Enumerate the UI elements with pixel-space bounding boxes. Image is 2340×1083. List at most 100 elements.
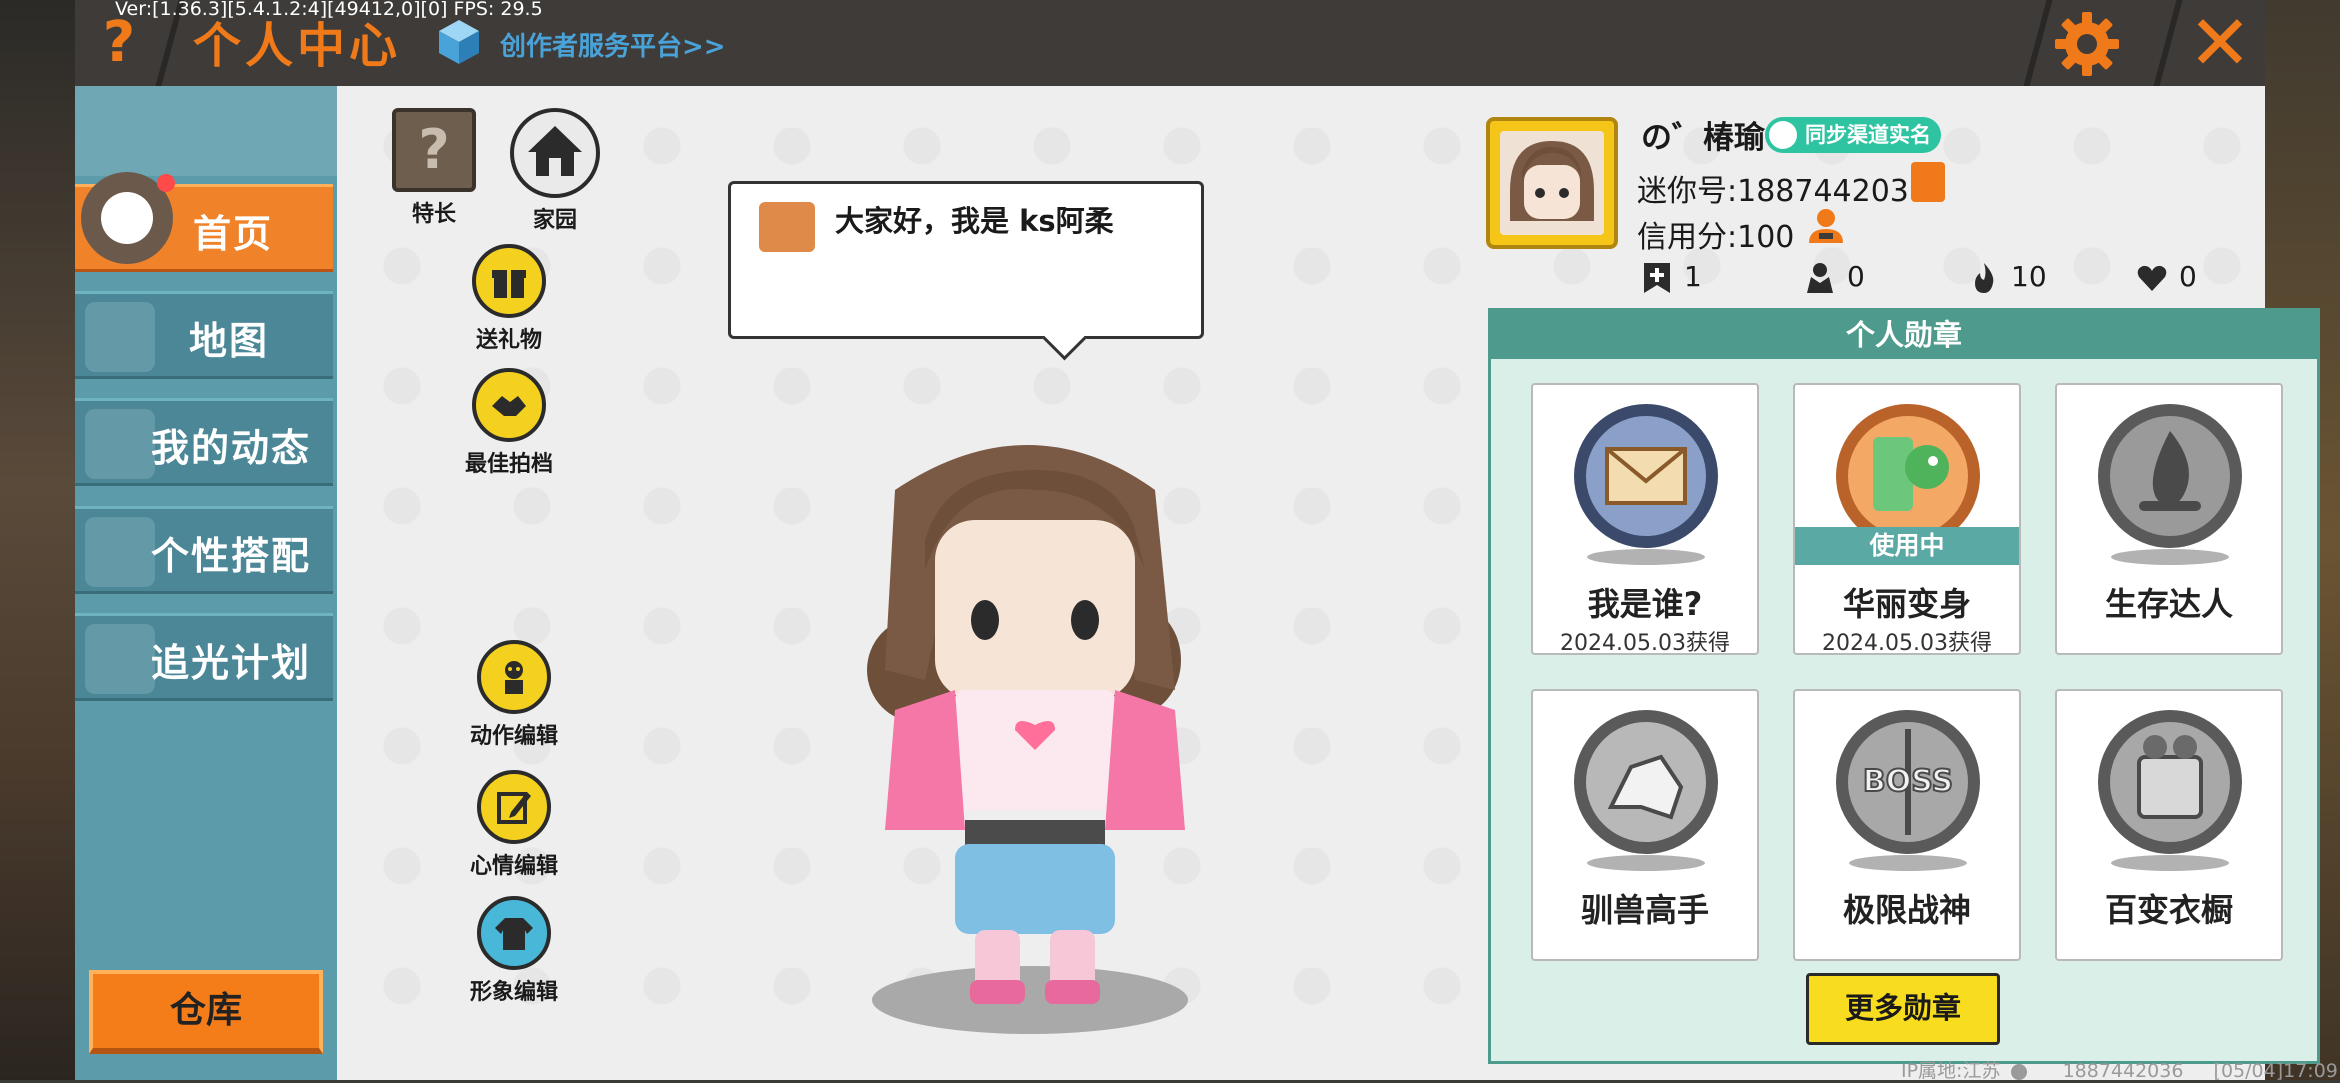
beast-medal-icon — [1574, 710, 1718, 854]
top-bar: ? 个人中心 创作者服务平台>> Ver:[1.36.3][5.4.1.2:4]… — [75, 0, 2265, 86]
divider — [2023, 0, 2053, 86]
robot-icon — [477, 640, 551, 714]
sidebar-item-outfit[interactable]: 个性搭配 — [75, 506, 333, 594]
credit-user-icon[interactable] — [1805, 205, 1847, 247]
medal-name: 我是谁? — [1587, 585, 1703, 623]
gift-label: 送礼物 — [475, 328, 542, 353]
copy-icon[interactable] — [1911, 162, 1945, 202]
image-edit-label: 形象编辑 — [469, 980, 558, 1005]
more-medals-button[interactable]: 更多勋章 — [1806, 973, 2000, 1045]
medal-name: 百变衣橱 — [2104, 891, 2233, 929]
sidebar: 首页 地图 我的动态 个性搭配 追光计划 仓库 — [75, 86, 337, 1080]
sidebar-item-label: 首页 — [192, 212, 273, 256]
svg-text:BOSS: BOSS — [1863, 764, 1953, 799]
action-edit-label: 动作编辑 — [469, 724, 558, 749]
fans-count: 0 — [1847, 260, 1865, 293]
fans-icon — [1807, 263, 1833, 293]
ip-location: IP属地:江苏 — [1901, 1060, 2001, 1082]
gift-icon — [472, 244, 546, 318]
best-partner-label: 最佳拍档 — [464, 452, 553, 477]
medal-date: 2024.05.03获得 — [1822, 631, 1992, 656]
medal-name: 极限战神 — [1842, 891, 1971, 929]
likes-stat: 1 — [1640, 260, 1702, 295]
cube-icon — [439, 20, 479, 64]
hearts-count: 0 — [2179, 260, 2197, 293]
plus-bookmark-icon — [1644, 263, 1670, 293]
chat-avatar-icon — [759, 202, 815, 252]
warehouse-label: 仓库 — [169, 990, 242, 1031]
medals-title: 个人勋章 — [1491, 311, 2317, 359]
user-check-icon — [1769, 121, 1797, 149]
specialty-label: 特长 — [411, 202, 456, 227]
mini-id: 迷你号:1887442036 — [1637, 174, 1928, 209]
real-name-badge[interactable]: 同步渠道实名 — [1765, 117, 1941, 153]
sidebar-item-label: 我的动态 — [150, 426, 311, 470]
creator-platform-link[interactable]: 创作者服务平台>> — [500, 26, 726, 63]
mood-edit-button[interactable]: 心情编辑 — [459, 770, 569, 880]
best-partner-button[interactable]: 最佳拍档 — [459, 368, 559, 478]
edit-icon — [477, 770, 551, 844]
in-use-badge: 使用中 — [1795, 527, 2019, 565]
bell-icon — [85, 409, 155, 479]
outfit-edit-icon — [477, 896, 551, 970]
medal-card[interactable]: 驯兽高手 — [1531, 689, 1759, 961]
divider — [2153, 0, 2183, 86]
specialty-button[interactable]: ? 特长 — [384, 108, 484, 228]
hearts-stat: 0 — [2135, 260, 2197, 295]
light-icon — [85, 624, 155, 694]
sidebar-item-label: 地图 — [188, 319, 269, 363]
handshake-icon — [472, 368, 546, 442]
sidebar-item-label: 个性搭配 — [150, 534, 311, 578]
footer-info: IP属地:江苏 1887442036 [05/04]17:09 0 [58 — [1901, 1056, 2340, 1083]
sidebar-strip — [75, 86, 337, 176]
close-icon[interactable]: ✕ — [2185, 4, 2255, 82]
avatar[interactable] — [1486, 117, 1618, 249]
sidebar-item-label: 追光计划 — [150, 641, 311, 685]
nickname: の゛椿瑜 — [1641, 120, 1765, 156]
fire-icon — [1975, 263, 1994, 293]
notification-dot — [157, 174, 175, 192]
speech-bubble: 大家好，我是 ks阿柔 — [728, 181, 1204, 361]
home-garden-button[interactable]: 家园 — [505, 108, 605, 234]
question-box-icon: ? — [392, 108, 476, 192]
sidebar-item-map[interactable]: 地图 — [75, 291, 333, 379]
home-label: 家园 — [532, 208, 577, 233]
gear-icon[interactable] — [2051, 8, 2123, 80]
heat-stat: 10 — [1967, 260, 2047, 295]
footer-timestamp: [05/04]17:09 0 [58 — [2213, 1060, 2340, 1082]
medal-card[interactable]: BOSS 极限战神 — [1793, 689, 2021, 961]
profile-window: ? 个人中心 创作者服务平台>> Ver:[1.36.3][5.4.1.2:4]… — [75, 0, 2340, 1082]
medal-card[interactable]: 我是谁? 2024.05.03获得 — [1531, 383, 1759, 656]
heat-count: 10 — [2011, 260, 2047, 293]
sidebar-item-activity[interactable]: 我的动态 — [75, 398, 333, 486]
medal-name: 华丽变身 — [1842, 585, 1971, 623]
action-edit-button[interactable]: 动作编辑 — [459, 640, 569, 750]
medal-card[interactable]: 生存达人 — [2055, 383, 2283, 655]
medals-panel: 个人勋章 我是谁? 2024.05.03获得 使用中 华丽变身 2024.05.… — [1488, 308, 2320, 1064]
medal-name: 驯兽高手 — [1580, 891, 1709, 929]
medal-card[interactable]: 使用中 华丽变身 2024.05.03获得 — [1793, 383, 2021, 656]
medal-card[interactable]: 百变衣橱 — [2055, 689, 2283, 961]
house-icon — [510, 108, 600, 198]
image-edit-button[interactable]: 形象编辑 — [459, 896, 569, 1006]
character-avatar[interactable] — [835, 430, 1215, 1040]
medal-name: 生存达人 — [2104, 585, 2233, 623]
background-left — [0, 0, 75, 1080]
badge-label: 同步渠道实名 — [1805, 123, 1931, 147]
credit-score: 信用分:100 — [1637, 220, 1795, 255]
hearts-icon — [2137, 265, 2167, 291]
wardrobe-medal-icon — [2098, 710, 2242, 854]
warehouse-button[interactable]: 仓库 — [89, 970, 323, 1054]
outfit-icon — [85, 517, 155, 587]
sidebar-item-light-plan[interactable]: 追光计划 — [75, 613, 333, 701]
info-icon[interactable] — [2010, 1063, 2027, 1080]
gift-button[interactable]: 送礼物 — [459, 244, 559, 354]
boss-medal-icon: BOSS — [1836, 710, 1980, 854]
version-info: Ver:[1.36.3][5.4.1.2:4][49412,0][0] FPS:… — [115, 0, 543, 20]
medal-date: 2024.05.03获得 — [1560, 631, 1730, 656]
map-icon — [85, 302, 155, 372]
mood-edit-label: 心情编辑 — [469, 854, 558, 879]
footer-uid: 1887442036 — [2062, 1060, 2184, 1082]
campfire-medal-icon — [2098, 404, 2242, 548]
more-medals-label: 更多勋章 — [1844, 991, 1961, 1025]
